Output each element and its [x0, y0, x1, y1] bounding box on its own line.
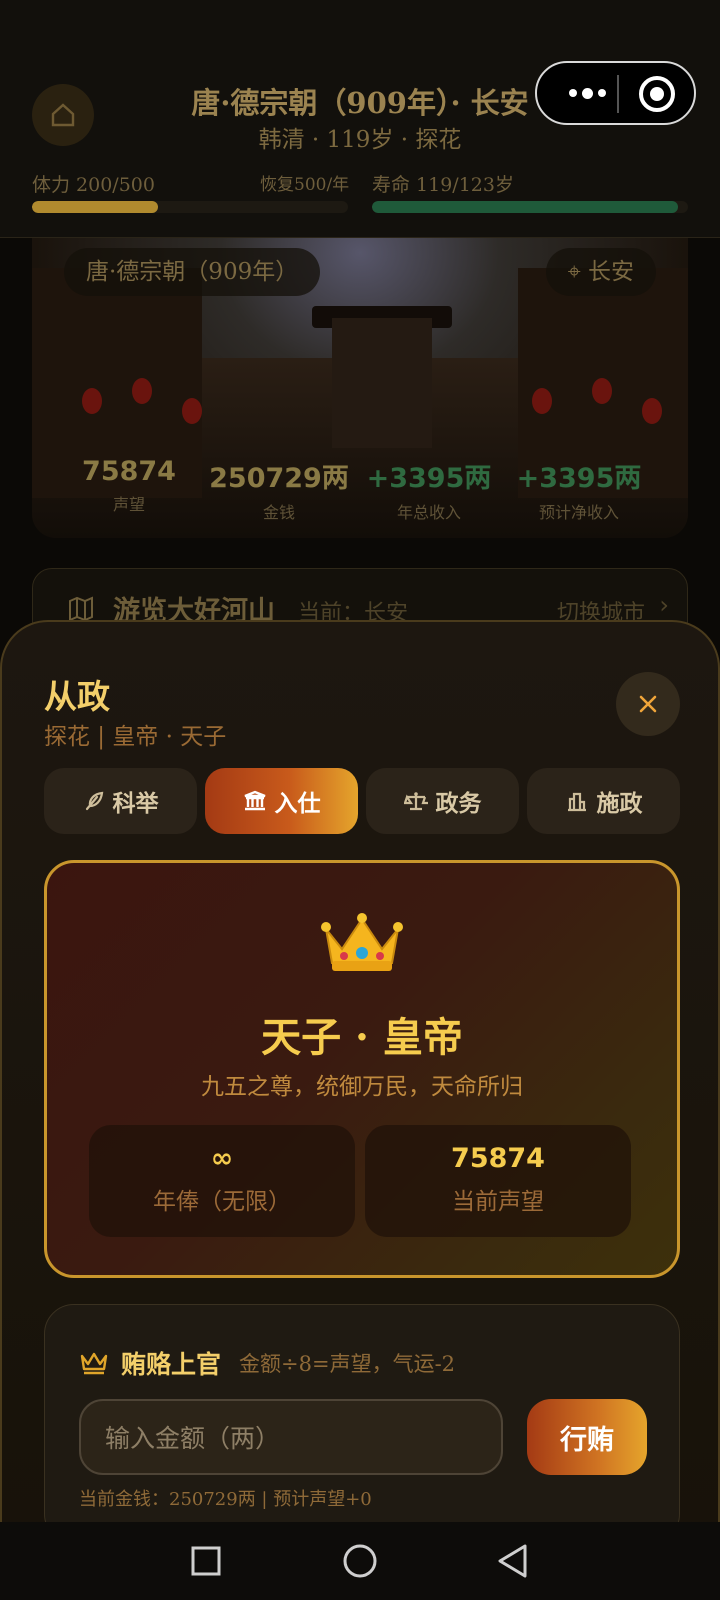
stat-reputation: 75874 声望 — [54, 456, 204, 515]
sheet-subtitle: 探花 | 皇帝 · 天子 — [44, 724, 227, 750]
tab-label: 政务 — [435, 791, 482, 817]
era-badge: 唐·德宗朝（909年） — [64, 248, 321, 296]
bribe-button[interactable]: 行贿 — [527, 1399, 647, 1475]
tab-exam[interactable]: 科举 — [44, 768, 197, 834]
home-icon — [51, 103, 75, 127]
close-button[interactable] — [616, 672, 680, 736]
landmark-icon — [567, 792, 586, 812]
tab-affairs[interactable]: 政务 — [366, 768, 519, 834]
stat-money: 250729两 金钱 — [204, 456, 354, 523]
stat-value: +3395两 — [516, 463, 642, 494]
stat-annual-income: +3395两 年总收入 — [354, 456, 504, 523]
lantern-icon — [532, 388, 552, 414]
capsule-divider — [617, 75, 619, 113]
lantern-icon — [642, 398, 662, 424]
bribe-footer: 当前金钱：250729两 | 预计声望+0 — [79, 1489, 372, 1510]
location-pin-icon: ⌖ — [567, 259, 581, 285]
lantern-icon — [182, 398, 202, 424]
lifespan-label: 寿命 119/123岁 — [372, 174, 514, 196]
header-title: 唐·德宗朝（909年）· 长安 — [191, 86, 529, 120]
stat-label: 年总收入 — [396, 503, 461, 522]
stat-value: 75874 — [82, 456, 176, 487]
rank-card: 天子 · 皇帝 九五之尊，统御万民，天命所归 ∞ 年俸（无限） 75874 当前… — [44, 860, 680, 1278]
stat-value: 250729两 — [209, 463, 349, 494]
stamina-bar-fill — [32, 201, 159, 213]
stat-net-income: +3395两 预计净收入 — [504, 456, 654, 523]
tab-office[interactable]: 入仕 — [205, 768, 358, 834]
tab-label: 施政 — [596, 791, 643, 817]
more-dot-icon — [581, 87, 593, 99]
lantern-icon — [82, 388, 102, 414]
lantern-icon — [592, 378, 612, 404]
stamina-bar — [32, 201, 348, 213]
more-dot-icon — [597, 89, 606, 97]
scene-gate — [332, 318, 432, 448]
lifespan-bar — [372, 201, 688, 213]
bribe-description: 金额÷8=声望，气运-2 — [239, 1352, 456, 1376]
tab-label: 科举 — [112, 791, 159, 817]
bribe-amount-input[interactable]: 输入金额（两） — [79, 1399, 503, 1475]
sheet-title: 从政 — [44, 677, 110, 716]
more-dot-icon — [568, 89, 577, 97]
reputation-value: 75874 — [451, 1143, 545, 1174]
scale-icon — [403, 792, 428, 811]
stat-label: 声望 — [112, 495, 145, 514]
more-menu-button[interactable] — [557, 77, 617, 109]
salary-value: ∞ — [210, 1143, 234, 1174]
recents-button[interactable] — [181, 1536, 231, 1586]
close-miniprogram-button[interactable] — [639, 76, 675, 112]
stat-label: 金钱 — [262, 503, 295, 522]
stamina-label: 体力 200/500 — [32, 174, 155, 196]
lantern-icon — [132, 378, 152, 404]
city-scene: 唐·德宗朝（909年） ⌖ 长安 75874 声望 250729两 金钱 +33… — [32, 238, 688, 538]
crown-outline-icon — [80, 1352, 108, 1375]
city-badge[interactable]: ⌖ 长安 — [545, 248, 656, 296]
reputation-label: 当前声望 — [452, 1189, 544, 1215]
bribe-section: 贿赂上官 金额÷8=声望，气运-2 输入金额（两） 行贿 当前金钱：250729… — [44, 1304, 680, 1544]
politics-sheet: 从政 探花 | 皇帝 · 天子 科举 入仕 政务 施政 天子 · 皇帝 九五之尊… — [0, 620, 720, 1600]
salary-box: ∞ 年俸（无限） — [89, 1125, 355, 1237]
miniprogram-capsule — [535, 61, 696, 125]
circle-icon — [343, 1544, 377, 1578]
rank-title: 天子 · 皇帝 — [261, 1014, 463, 1061]
bribe-header: 贿赂上官 金额÷8=声望，气运-2 — [79, 1345, 455, 1381]
lifespan-bar-fill — [372, 201, 678, 213]
close-icon — [639, 695, 657, 713]
crown-icon — [47, 911, 677, 975]
bribe-title: 贿赂上官 — [121, 1350, 222, 1379]
feather-icon — [85, 791, 103, 811]
stat-value: +3395两 — [366, 463, 492, 494]
city-badge-label: 长安 — [588, 259, 634, 285]
building-icon — [244, 790, 265, 811]
home-button[interactable] — [32, 84, 94, 146]
rank-description: 九五之尊，统御万民，天命所归 — [201, 1074, 523, 1100]
home-nav-button[interactable] — [335, 1536, 385, 1586]
back-button[interactable] — [488, 1536, 538, 1586]
square-icon — [191, 1546, 221, 1576]
salary-label: 年俸（无限） — [153, 1189, 291, 1215]
reputation-box: 75874 当前声望 — [365, 1125, 631, 1237]
tab-governance[interactable]: 施政 — [527, 768, 680, 834]
stat-label: 预计净收入 — [538, 503, 619, 522]
tab-label: 入仕 — [274, 791, 321, 817]
back-triangle-icon — [498, 1544, 527, 1578]
tab-bar: 科举 入仕 政务 施政 — [44, 768, 680, 834]
chevron-right-icon: › — [659, 591, 669, 619]
system-nav-bar — [0, 1522, 720, 1600]
header-subtitle: 韩清 · 119岁 · 探花 — [258, 127, 462, 153]
map-icon — [69, 596, 93, 622]
recovery-label: 恢复500/年 — [260, 175, 350, 195]
